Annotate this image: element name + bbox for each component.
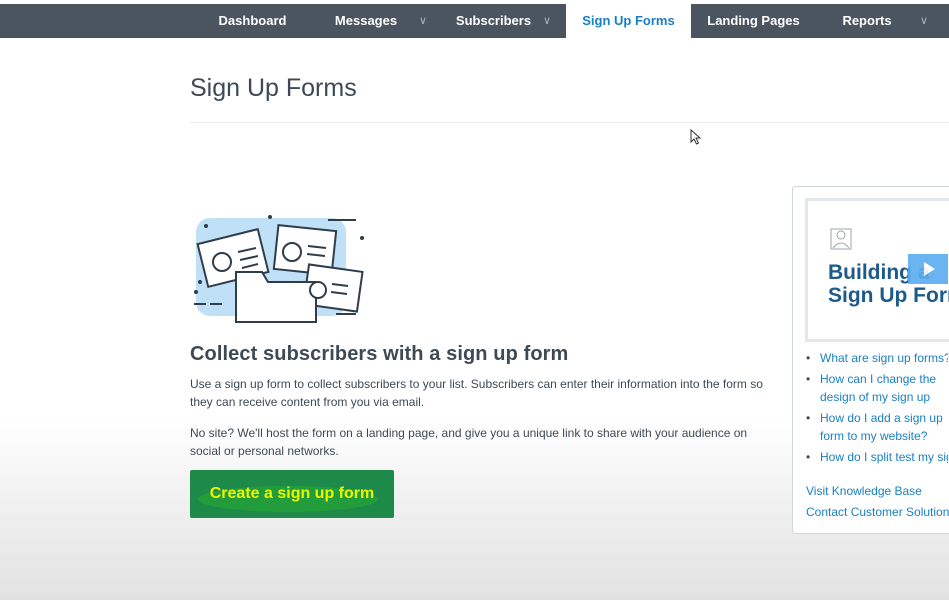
video-thumbnail[interactable]: Building a Sign Up Form: [805, 198, 949, 342]
hosting-paragraph: No site? We'll host the form on a landin…: [190, 426, 748, 458]
help-link-what-are-forms[interactable]: What are sign up forms?: [806, 349, 948, 367]
form-icon: [830, 228, 852, 250]
tab-messages-label: Messages: [334, 13, 398, 28]
create-sign-up-form-button[interactable]: Create a sign up form: [190, 470, 394, 518]
mouse-cursor-icon: [690, 129, 702, 145]
knowledge-base-link[interactable]: Visit Knowledge Base: [806, 484, 922, 498]
intro-paragraph: Use a sign up form to collect subscriber…: [190, 377, 763, 409]
chevron-down-icon[interactable]: ∨: [920, 4, 928, 38]
divider: [190, 122, 949, 123]
tab-landing-pages[interactable]: Landing Pages: [691, 4, 816, 38]
contact-support-link[interactable]: Contact Customer Solutions: [806, 505, 949, 519]
tab-subscribers-label: Subscribers: [455, 13, 532, 28]
create-sign-up-form-label: Create a sign up form: [209, 485, 375, 502]
play-button[interactable]: [908, 254, 948, 284]
section-headline: Collect subscribers with a sign up form: [190, 343, 569, 365]
tab-reports-label: Reports: [842, 13, 892, 28]
help-link-add-to-website[interactable]: How do I add a sign up form to my websit…: [806, 409, 948, 445]
top-nav-bar: Dashboard Messages ∨ Subscribers ∨ Sign …: [0, 4, 949, 39]
sign-up-forms-illustration: [194, 215, 364, 323]
chevron-down-icon[interactable]: ∨: [543, 4, 551, 38]
page-title: Sign Up Forms: [190, 74, 357, 102]
tab-messages[interactable]: Messages: [315, 4, 435, 38]
help-link-change-design[interactable]: How can I change the design of my sign u…: [806, 370, 948, 406]
tab-dashboard[interactable]: Dashboard: [190, 4, 315, 38]
tab-reports[interactable]: Reports: [816, 4, 936, 38]
video-title-line2: Sign Up Form: [828, 284, 949, 307]
play-icon: [924, 262, 935, 276]
chevron-down-icon[interactable]: ∨: [419, 4, 427, 38]
tab-sign-up-forms[interactable]: Sign Up Forms: [566, 4, 691, 39]
help-links-list: What are sign up forms? How can I change…: [806, 349, 948, 469]
help-link-split-test[interactable]: How do I split test my sign up form?: [806, 448, 948, 466]
